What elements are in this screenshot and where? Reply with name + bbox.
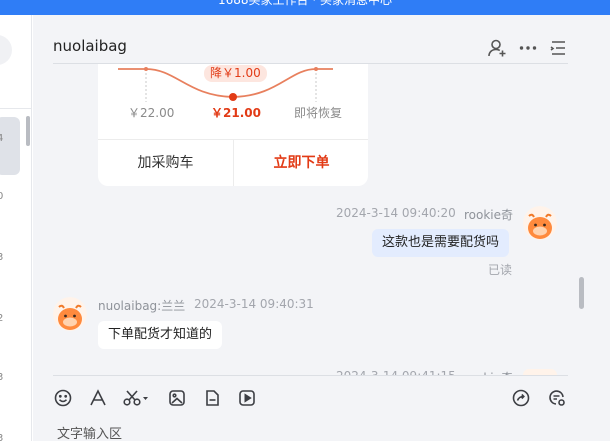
- list-icon[interactable]: [548, 38, 568, 58]
- avatar[interactable]: [53, 297, 87, 331]
- price-now: ￥21.00: [211, 106, 261, 120]
- chat-header: nuolaibag: [33, 15, 610, 64]
- image-icon[interactable]: [167, 388, 187, 408]
- chat-title: nuolaibag: [53, 37, 127, 55]
- price-after: 即将恢复: [294, 106, 343, 120]
- font-icon[interactable]: [88, 388, 108, 408]
- scissors-icon[interactable]: [122, 388, 150, 408]
- top-banner: 1688买家工作台 · 买家消息中心: [0, 0, 610, 15]
- message-sender: rookie奇: [464, 208, 514, 222]
- conversation-item-selected[interactable]: [0, 117, 20, 175]
- list-divider: [0, 108, 31, 109]
- contact-icon[interactable]: [487, 38, 507, 58]
- conversation-item-glyph: 3: [0, 252, 7, 263]
- chat-panel: nuolaibag 降￥1.00 ￥22.00 ￥21.00 即将恢复 加采购车…: [33, 15, 610, 441]
- message-timestamp: 2024-3-14 09:40:31: [194, 297, 314, 311]
- price-before: ￥22.00: [128, 106, 175, 120]
- product-card[interactable]: 降￥1.00 ￥22.00 ￥21.00 即将恢复 加采购车 立即下单: [98, 64, 368, 186]
- price-drop-badge: 降￥1.00: [204, 65, 267, 82]
- add-to-cart-button[interactable]: 加采购车: [98, 140, 233, 186]
- conversation-list: 4 0 3 2 3 3: [0, 15, 32, 441]
- conversation-item-glyph: 4: [0, 133, 7, 144]
- conversation-item-glyph: 0: [0, 191, 7, 202]
- conversation-item-glyph: 3: [0, 372, 7, 383]
- message-sender: nuolaibag:兰兰: [98, 299, 186, 313]
- top-banner-text: 1688买家工作台 · 买家消息中心: [218, 0, 392, 7]
- cow-avatar-icon: [53, 297, 87, 331]
- toolbar-divider: [53, 375, 568, 376]
- message-bubble[interactable]: 下单配货才知道的: [98, 321, 223, 349]
- read-status: 已读: [488, 263, 513, 277]
- message-bubble[interactable]: 这款也是需要配货吗: [372, 229, 510, 257]
- more-icon[interactable]: [518, 38, 538, 58]
- buy-now-button[interactable]: 立即下单: [234, 140, 368, 186]
- avatar[interactable]: [523, 206, 557, 240]
- video-icon[interactable]: [237, 388, 257, 408]
- conversation-item-glyph: 3: [0, 433, 7, 441]
- quick-reply-icon[interactable]: [547, 388, 567, 408]
- search-box[interactable]: [0, 35, 12, 65]
- chat-scrollbar[interactable]: [579, 277, 584, 309]
- conversation-item-glyph: 2: [0, 313, 7, 324]
- share-icon[interactable]: [511, 388, 531, 408]
- message-input[interactable]: 文字输入区: [57, 423, 122, 441]
- emoji-icon[interactable]: [53, 388, 73, 408]
- app-window: 1688买家工作台 · 买家消息中心 4 0 3 2 3 3 nuolaibag: [0, 0, 610, 441]
- message-timestamp: 2024-3-14 09:40:20: [336, 206, 456, 220]
- list-scrollbar[interactable]: [26, 116, 30, 146]
- cow-avatar-icon: [523, 206, 557, 240]
- file-icon[interactable]: [202, 388, 222, 408]
